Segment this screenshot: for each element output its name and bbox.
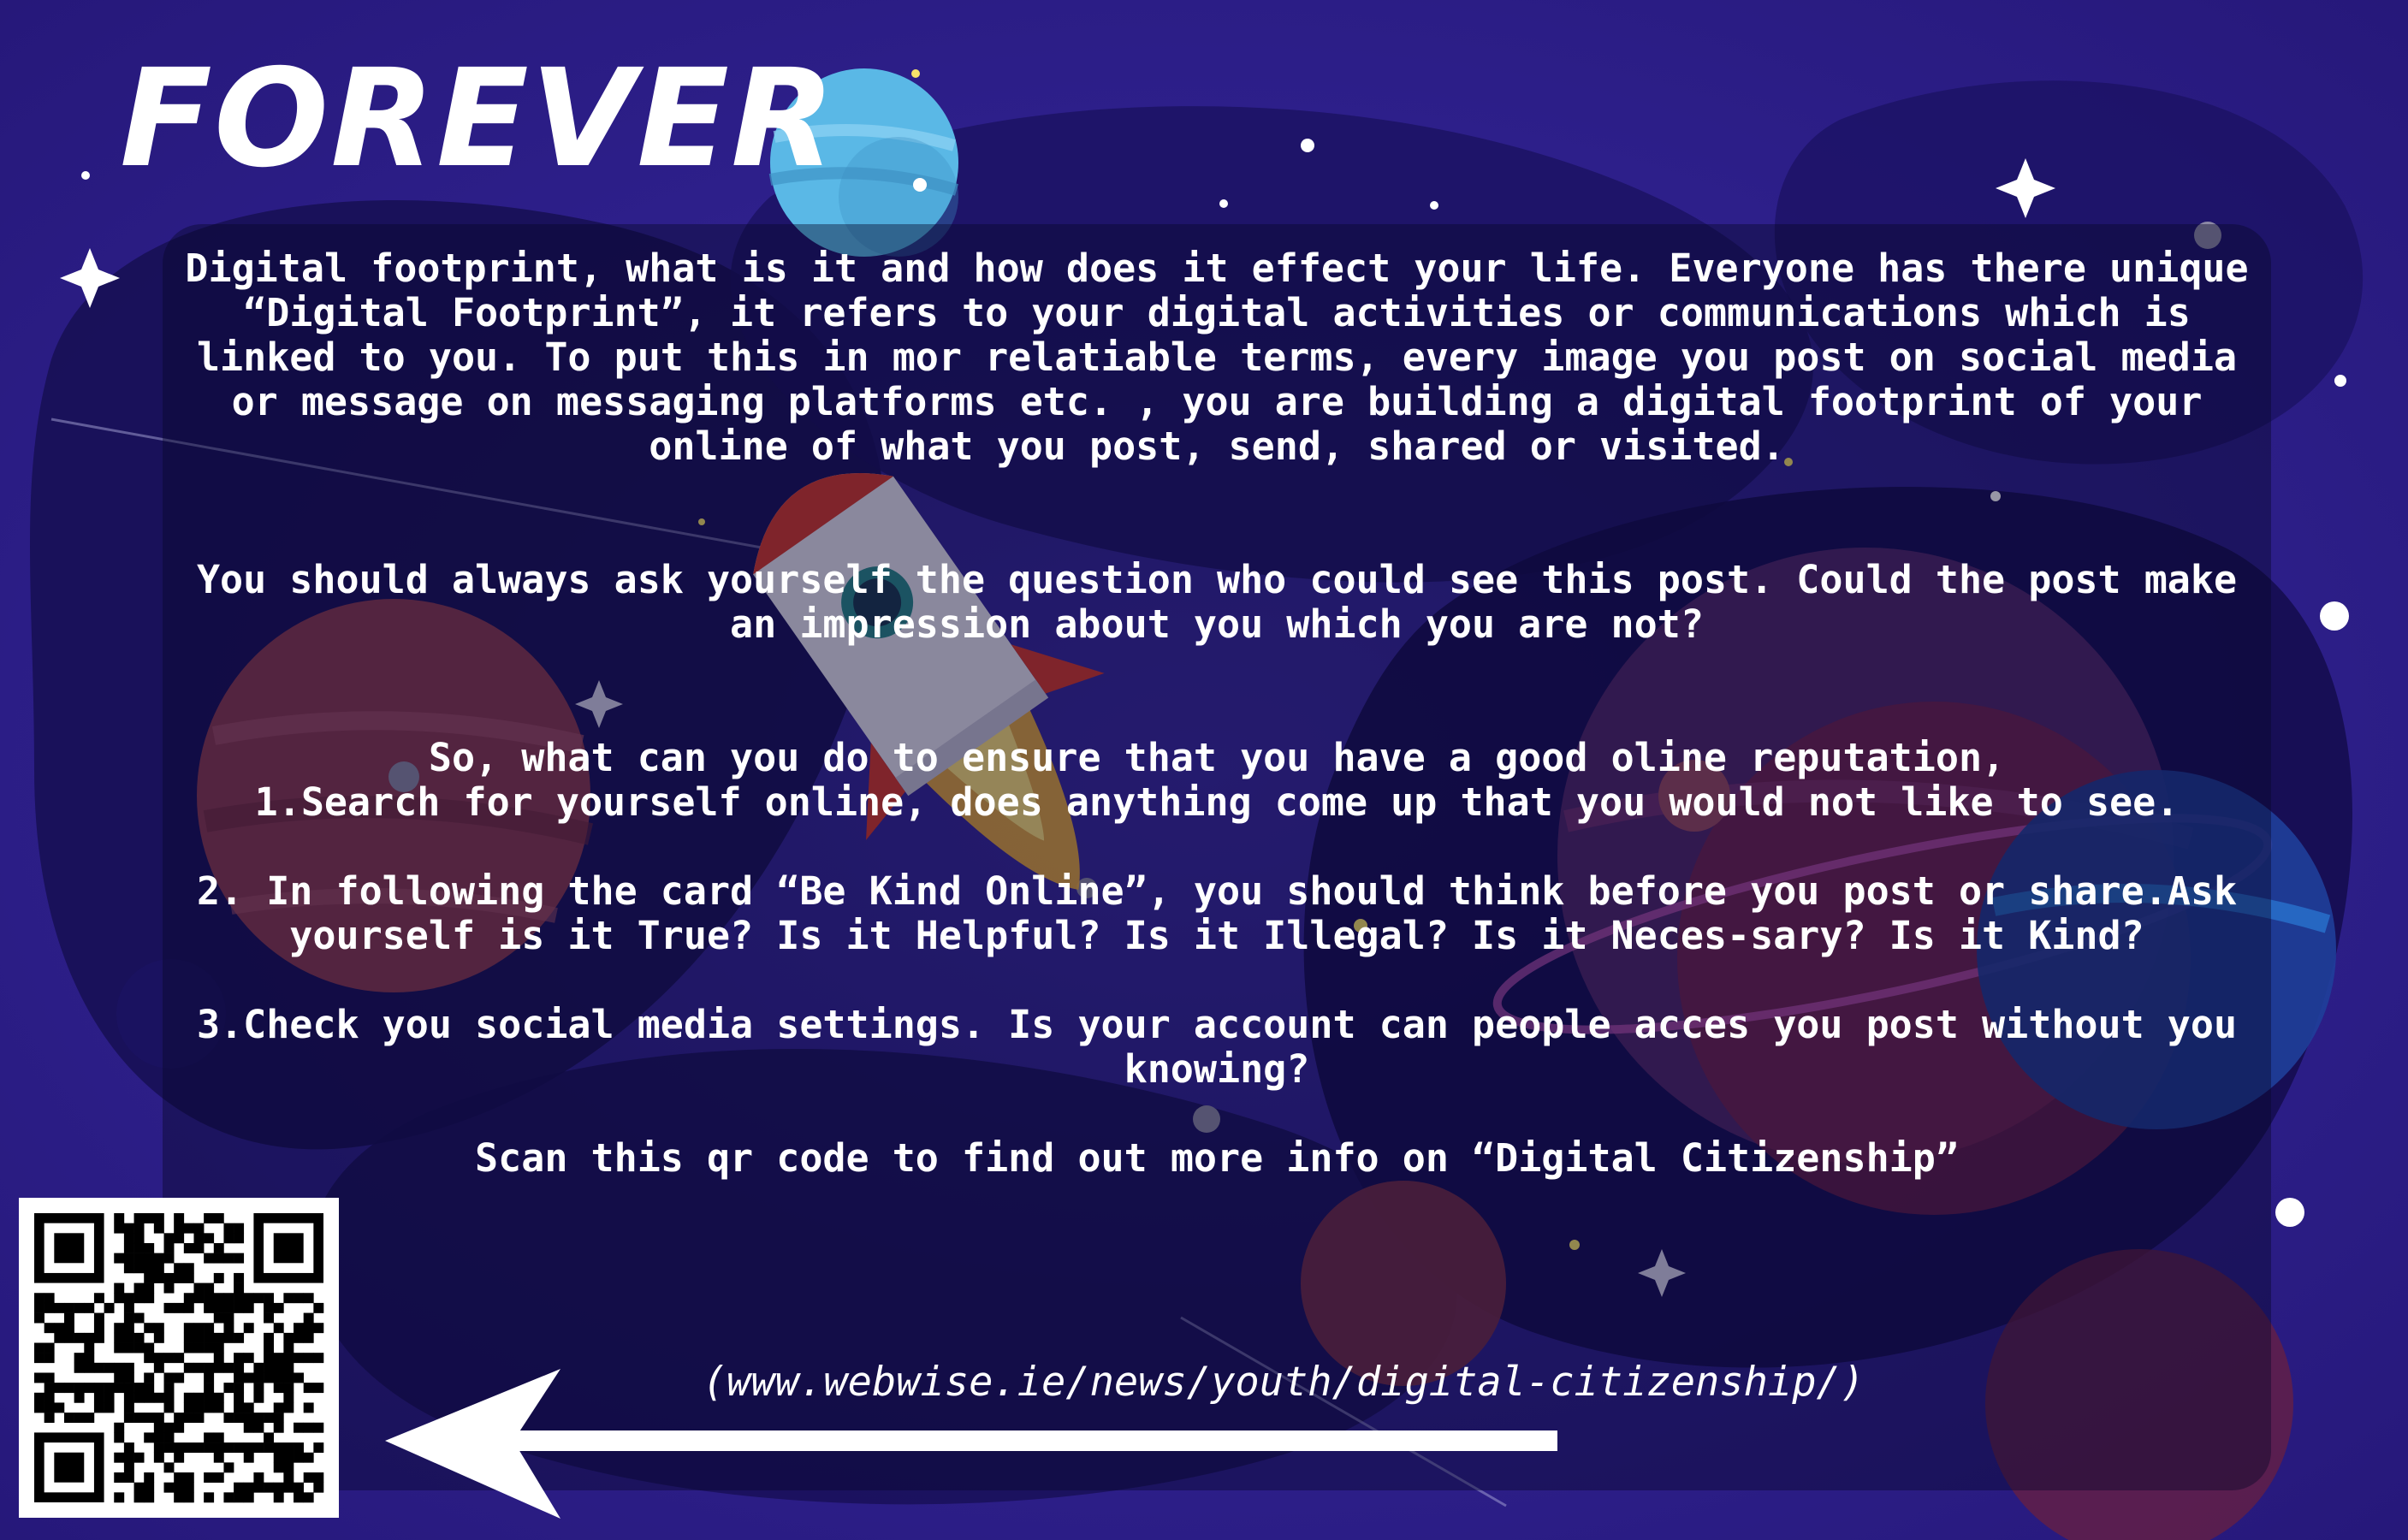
- intro-paragraph: Digital footprint, what is it and how do…: [185, 246, 2249, 469]
- body-text: Digital footprint, what is it and how do…: [163, 246, 2271, 1181]
- tip-2: 2. In following the card “Be Kind Online…: [196, 868, 2238, 958]
- poster: FOREVER Digital footprint, what is it an…: [0, 0, 2408, 1540]
- reputation-intro: So, what can you do to ensure that you h…: [428, 735, 2006, 780]
- tip-1: 1.Search for yourself online, does anyth…: [254, 779, 2180, 825]
- tip-3: 3.Check you social media settings. Is yo…: [196, 1002, 2238, 1092]
- poster-title: FOREVER: [120, 40, 837, 198]
- qr-code[interactable]: [19, 1198, 339, 1518]
- scan-instruction: Scan this qr code to find out more info …: [475, 1135, 1959, 1181]
- left-arrow-icon: [385, 1369, 1557, 1519]
- question-paragraph: You should always ask yourself the quest…: [196, 557, 2238, 647]
